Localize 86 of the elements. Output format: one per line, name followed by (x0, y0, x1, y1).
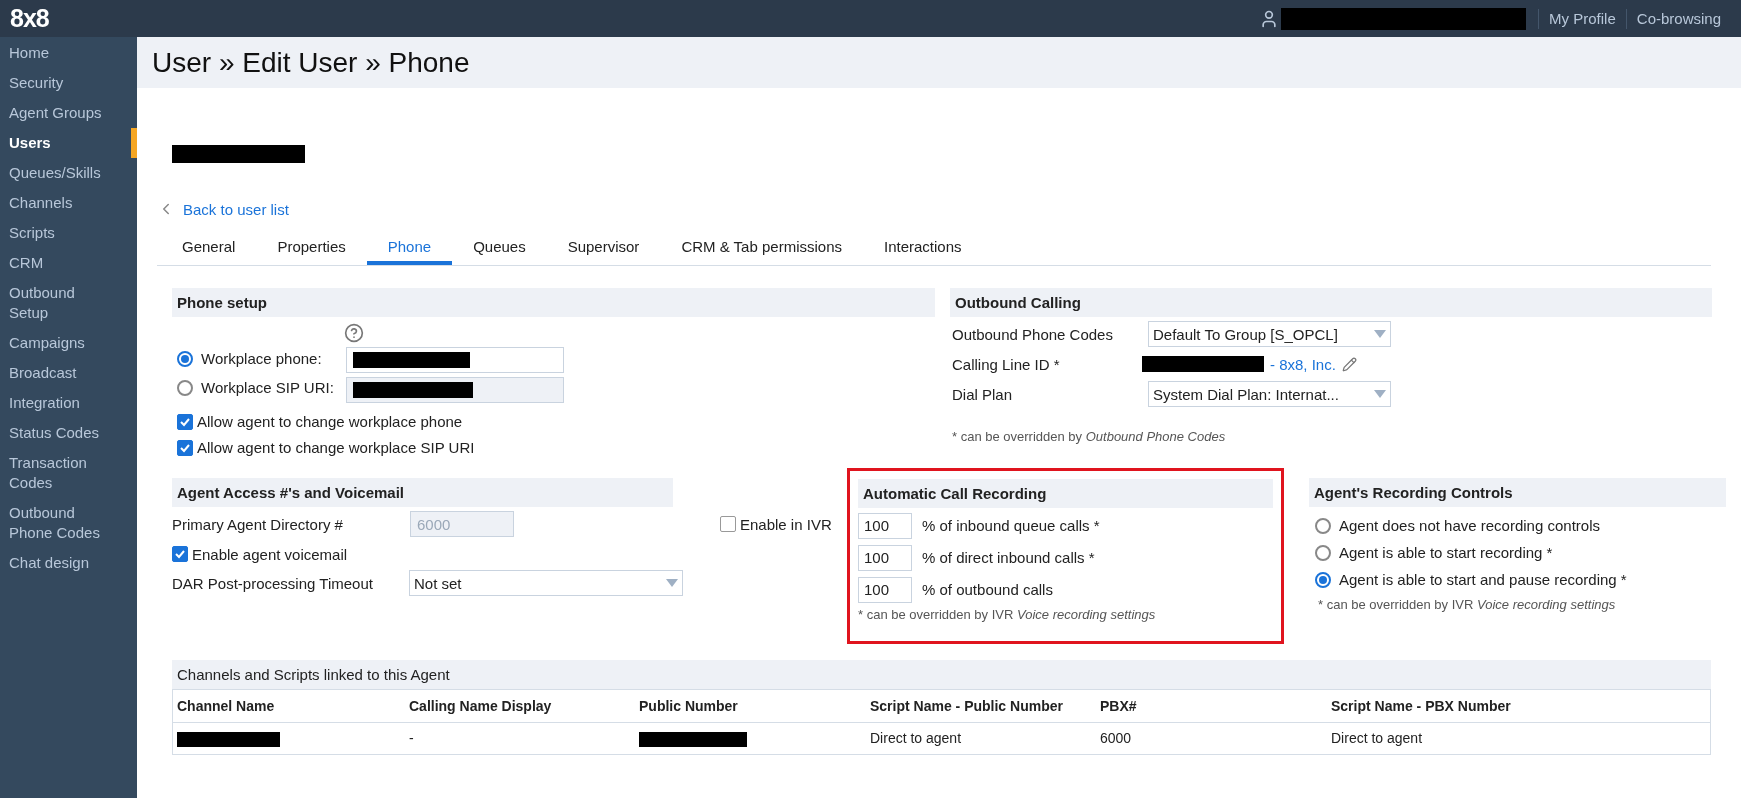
logo: 8x8 (10, 4, 49, 33)
sidebar-item[interactable]: Status Codes (0, 418, 137, 448)
field-label: Primary Agent Directory # (172, 515, 344, 533)
sidebar-item[interactable]: Users (0, 128, 137, 158)
sidebar-item[interactable]: Chat design (0, 548, 137, 578)
checkbox-box[interactable] (172, 546, 188, 562)
sidebar-item[interactable]: Outbound Setup (0, 278, 137, 328)
caller-id-link[interactable]: - 8x8, Inc. (1270, 355, 1336, 373)
field-label: % of inbound queue calls * (922, 517, 1100, 534)
checkbox-label: Allow agent to change workplace phone (197, 413, 463, 430)
tab[interactable]: Queues (452, 230, 547, 265)
tab[interactable]: CRM & Tab permissions (660, 230, 863, 265)
column-header: Channel Name (173, 690, 405, 723)
tab[interactable]: Supervisor (546, 230, 661, 265)
checkbox-box[interactable] (177, 413, 193, 430)
checkbox[interactable]: Allow agent to change workplace phone (177, 413, 935, 430)
sidebar-item[interactable]: Home (0, 38, 137, 68)
back-link[interactable]: Back to user list (157, 200, 289, 218)
checkbox-label: Allow agent to change workplace SIP URI (197, 439, 475, 456)
dropdown[interactable]: Not set (409, 570, 683, 596)
section-header: Phone setup (172, 288, 935, 317)
column-header: Script Name - PBX Number (1327, 690, 1710, 723)
checkbox[interactable]: Enable in IVR (720, 515, 832, 533)
help-icon[interactable] (343, 323, 364, 343)
section-header: Channels and Scripts linked to this Agent (172, 660, 1711, 689)
sidebar-item[interactable]: Agent Groups (0, 98, 137, 128)
sidebar-item[interactable]: Scripts (0, 218, 137, 248)
dropdown-arrow-icon (666, 579, 678, 587)
percent-field[interactable]: 100 (858, 576, 912, 603)
column-header: PBX# (1096, 690, 1327, 723)
checkbox-box[interactable] (720, 516, 736, 532)
sidebar-item[interactable]: Queues/Skills (0, 158, 137, 188)
table-cell-text: 6000 (1099, 729, 1133, 748)
section-header: Automatic Call Recording (858, 479, 1273, 508)
checkbox-box[interactable] (177, 439, 193, 456)
section-header: Agent Access #'s and Voicemail (172, 478, 673, 507)
radio-button[interactable] (177, 350, 193, 367)
radio-option[interactable]: Agent does not have recording controls (1315, 517, 1726, 534)
top-link[interactable]: My Profile (1538, 8, 1626, 29)
note-text: * can be overridden by IVR Voice recording settings (858, 606, 1157, 622)
sidebar-item[interactable]: Channels (0, 188, 137, 218)
radio-option[interactable]: Agent is able to start recording * (1315, 544, 1726, 561)
sidebar-item[interactable]: Outbound Phone Codes (0, 498, 137, 548)
section-header: Outbound Calling (950, 288, 1712, 317)
field-label: % of direct inbound calls * (922, 549, 1095, 566)
radio-option[interactable]: Workplace phone: (177, 350, 334, 367)
sidebar-item[interactable]: Integration (0, 388, 137, 418)
sidebar-item[interactable]: CRM (0, 248, 137, 278)
radio-button[interactable] (1315, 544, 1331, 561)
dropdown-arrow-icon (1374, 390, 1386, 398)
column-header: Calling Name Display (405, 690, 635, 723)
tab[interactable]: Properties (256, 230, 367, 265)
table-cell-text: Direct to agent (1330, 729, 1424, 748)
table-cell-text: Direct to agent (869, 729, 963, 748)
tab[interactable]: Interactions (863, 230, 983, 265)
radio-button[interactable] (1315, 571, 1331, 588)
sidebar-item[interactable]: Campaigns (0, 328, 137, 358)
table-cell-text: - (408, 729, 415, 748)
column-header: Public Number (635, 690, 866, 723)
column-header: Script Name - Public Number (866, 690, 1096, 723)
percent-field[interactable]: 100 (858, 512, 912, 539)
input-field[interactable] (345, 347, 564, 373)
tab[interactable]: Phone (366, 230, 453, 265)
page-title: User » Edit User » Phone (152, 46, 470, 79)
dropdown-arrow-icon (1374, 330, 1386, 338)
dropdown[interactable]: System Dial Plan: Internat... (1148, 381, 1391, 407)
percent-field[interactable]: 100 (858, 544, 912, 571)
section-header: Agent's Recording Controls (1309, 478, 1726, 507)
field-label: Outbound Phone Codes (952, 325, 1114, 343)
note-text: * can be overridden by Outbound Phone Codes (952, 428, 1227, 444)
radio-option[interactable]: Agent is able to start and pause recording * (1315, 571, 1726, 588)
edit-icon[interactable] (1341, 356, 1357, 372)
radio-button[interactable] (1315, 517, 1331, 534)
checkbox[interactable]: Allow agent to change workplace SIP URI (177, 439, 935, 456)
field-label: % of outbound calls (922, 581, 1053, 598)
sidebar-item[interactable]: Broadcast (0, 358, 137, 388)
field-label: Dial Plan (952, 385, 1014, 403)
note-text: * can be overridden by IVR Voice recording settings (1317, 596, 1617, 612)
sidebar-item[interactable]: Security (0, 68, 137, 98)
checkbox-label: Enable in IVR (740, 515, 832, 533)
field-label: Calling Line ID * (952, 355, 1061, 373)
top-link[interactable]: Co-browsing (1625, 8, 1731, 29)
sidebar-item[interactable]: Transaction Codes (0, 448, 137, 498)
dropdown[interactable]: Default To Group [S_OPCL] (1148, 321, 1391, 347)
tab[interactable]: General (161, 230, 257, 265)
field-label: DAR Post-processing Timeout (172, 574, 374, 592)
